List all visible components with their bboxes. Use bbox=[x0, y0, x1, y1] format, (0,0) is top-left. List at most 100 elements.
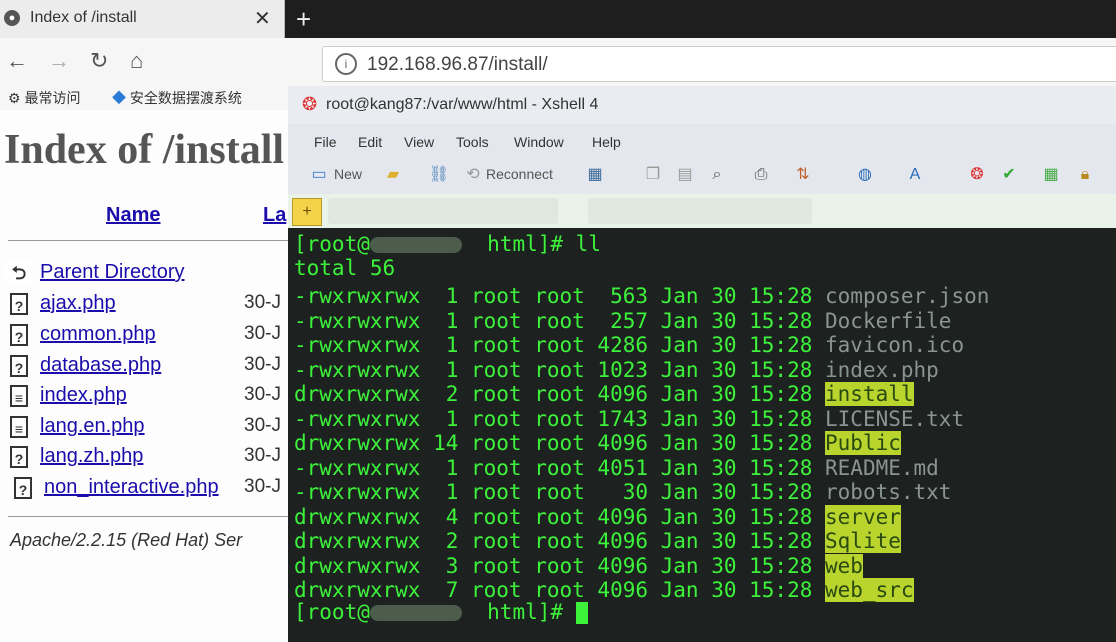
reload-icon[interactable]: ↻ bbox=[90, 48, 108, 74]
file-date: 30-J bbox=[244, 415, 281, 436]
column-last-modified-link[interactable]: La bbox=[263, 204, 286, 227]
find-icon[interactable]: ⌕ bbox=[706, 164, 728, 186]
unknown-file-icon: ? bbox=[10, 293, 28, 315]
bookmark-label: 最常访问 bbox=[24, 90, 81, 106]
copy-icon[interactable]: ❐ bbox=[642, 164, 664, 186]
new-session-icon[interactable]: ▭ bbox=[308, 164, 330, 186]
unknown-file-icon: ? bbox=[14, 477, 32, 499]
new-button[interactable]: New bbox=[334, 166, 362, 182]
add-session-icon[interactable]: + bbox=[292, 198, 322, 226]
bookmark-most-visited[interactable]: ⚙ 最常访问 bbox=[8, 88, 80, 108]
tab-favicon-icon: ● bbox=[4, 10, 20, 26]
open-folder-icon[interactable]: ▰ bbox=[382, 164, 404, 186]
properties-icon[interactable]: ▦ bbox=[584, 164, 606, 186]
total-line: total 56 bbox=[294, 256, 396, 280]
bookmark-secure-ferry[interactable]: ◆ 安全数据摆渡系统 bbox=[112, 88, 242, 108]
file-date: 30-J bbox=[244, 292, 281, 313]
session-tab[interactable] bbox=[588, 198, 812, 224]
file-link[interactable]: index.php bbox=[40, 384, 127, 407]
menu-view[interactable]: View bbox=[404, 134, 434, 150]
listing-row: -rwxrwxrwx 1 root root 257 Jan 30 15:28 … bbox=[294, 309, 951, 333]
globe-icon[interactable]: ◍ bbox=[854, 164, 876, 186]
column-name-link[interactable]: Name bbox=[106, 204, 160, 227]
diamond-icon: ◆ bbox=[112, 90, 126, 106]
new-tab-button[interactable]: + bbox=[296, 4, 311, 35]
file-name: Dockerfile bbox=[825, 308, 952, 333]
file-date: 30-J bbox=[244, 384, 281, 405]
list-item: ≡ lang.en.php 30-J bbox=[10, 414, 300, 442]
menu-file[interactable]: File bbox=[314, 134, 337, 150]
tab-index-install[interactable]: ● Index of /install ✕ bbox=[0, 0, 285, 38]
font-icon[interactable]: A bbox=[904, 164, 926, 186]
reconnect-icon[interactable]: ⟲ bbox=[462, 164, 484, 186]
file-name: robots.txt bbox=[825, 480, 952, 504]
listing-row: -rwxrwxrwx 1 root root 1743 Jan 30 15:28… bbox=[294, 407, 964, 431]
lock-icon[interactable]: 🔒︎ bbox=[1074, 164, 1096, 186]
menu-edit[interactable]: Edit bbox=[358, 134, 382, 150]
menu-help[interactable]: Help bbox=[592, 134, 621, 150]
listing-meta: -rwxrwxrwx 1 root root 257 Jan 30 15:28 bbox=[294, 308, 826, 333]
terminal[interactable]: [root@ html]# ll total 56 -rwxrwxrwx 1 r… bbox=[288, 228, 1116, 642]
file-link[interactable]: ajax.php bbox=[40, 292, 116, 315]
menu-bar: File Edit View Tools Window Help bbox=[288, 124, 1116, 158]
xftp-icon[interactable]: ✔ bbox=[998, 164, 1020, 186]
file-link[interactable]: common.php bbox=[40, 323, 156, 346]
unknown-file-icon: ? bbox=[10, 355, 28, 377]
list-item: ≡ index.php 30-J bbox=[10, 383, 300, 411]
home-icon[interactable]: ⌂ bbox=[130, 48, 143, 74]
prompt-dir: html]# bbox=[487, 600, 576, 624]
session-tab[interactable] bbox=[328, 198, 558, 224]
parent-directory-link[interactable]: Parent Directory bbox=[40, 261, 185, 284]
menu-window[interactable]: Window bbox=[514, 134, 564, 150]
listing-meta: -rwxrwxrwx 1 root root 4051 Jan 30 15:28 bbox=[294, 455, 826, 480]
listing-meta: -rwxrwxrwx 1 root root 4286 Jan 30 15:28 bbox=[294, 333, 826, 357]
file-name: LICENSE.txt bbox=[825, 406, 965, 431]
info-icon[interactable]: i bbox=[335, 53, 357, 75]
layout-icon[interactable]: ▦ bbox=[1040, 164, 1062, 186]
prompt-user: [root@ bbox=[294, 600, 370, 624]
file-link[interactable]: database.php bbox=[40, 354, 161, 377]
address-url[interactable]: 192.168.96.87/install/ bbox=[367, 54, 548, 76]
file-link[interactable]: lang.en.php bbox=[40, 415, 145, 438]
close-tab-icon[interactable]: ✕ bbox=[254, 6, 271, 31]
transfer-icon[interactable]: ⇅ bbox=[792, 164, 814, 186]
listing-row: -rwxrwxrwx 1 root root 563 Jan 30 15:28 … bbox=[294, 284, 989, 308]
file-date: 30-J bbox=[244, 445, 281, 466]
command-text: ll bbox=[575, 232, 601, 256]
file-link[interactable]: lang.zh.php bbox=[40, 445, 143, 468]
list-item: ⮌ Parent Directory bbox=[6, 260, 300, 288]
listing-row: drwxrwxrwx 2 root root 4096 Jan 30 15:28… bbox=[294, 529, 901, 553]
reconnect-button[interactable]: Reconnect bbox=[486, 166, 553, 182]
listing-row: drwxrwxrwx 3 root root 4096 Jan 30 15:28… bbox=[294, 553, 863, 578]
list-item: ? lang.zh.php 30-J bbox=[10, 444, 300, 472]
listing-row: drwxrwxrwx 14 root root 4096 Jan 30 15:2… bbox=[294, 431, 901, 455]
print-icon[interactable]: ⎙ bbox=[750, 164, 772, 186]
file-date: 30-J bbox=[244, 476, 281, 497]
xshell-icon[interactable]: ❂ bbox=[966, 164, 988, 186]
cursor bbox=[575, 602, 588, 624]
file-name: README.md bbox=[825, 455, 939, 480]
listing-meta: drwxrwxrwx 2 root root 4096 Jan 30 15:28 bbox=[294, 382, 826, 406]
listing-meta: -rwxrwxrwx 1 root root 563 Jan 30 15:28 bbox=[294, 284, 826, 308]
listing-row: -rwxrwxrwx 1 root root 1023 Jan 30 15:28… bbox=[294, 358, 939, 382]
address-bar[interactable]: i 192.168.96.87/install/ bbox=[322, 46, 1116, 82]
forward-arrow-icon[interactable]: → bbox=[48, 48, 70, 74]
list-item: ? non_interactive.php 30-J bbox=[10, 475, 300, 503]
paste-icon[interactable]: ▤ bbox=[674, 164, 696, 186]
xshell-window: ❂ root@kang87:/var/www/html - Xshell 4 F… bbox=[288, 86, 1116, 642]
file-date: 30-J bbox=[244, 323, 281, 344]
bookmark-label: 安全数据摆渡系统 bbox=[129, 90, 242, 106]
link-icon[interactable]: ⛓ bbox=[428, 164, 450, 186]
menu-tools[interactable]: Tools bbox=[456, 134, 489, 150]
directory-name: Public bbox=[825, 431, 901, 455]
navigation-bar: ← → ↻ ⌂ i 192.168.96.87/install/ bbox=[0, 38, 1116, 86]
redacted-hostname bbox=[369, 605, 462, 621]
listing-row: drwxrwxrwx 2 root root 4096 Jan 30 15:28… bbox=[294, 382, 914, 406]
listing-row: drwxrwxrwx 4 root root 4096 Jan 30 15:28… bbox=[294, 504, 901, 529]
prompt-line: [root@ html]# bbox=[294, 600, 588, 624]
back-folder-icon: ⮌ bbox=[6, 262, 32, 284]
file-link[interactable]: non_interactive.php bbox=[44, 476, 219, 499]
back-arrow-icon[interactable]: ← bbox=[6, 48, 28, 74]
directory-name: web_src bbox=[825, 578, 914, 602]
tab-title: Index of /install bbox=[30, 9, 137, 26]
